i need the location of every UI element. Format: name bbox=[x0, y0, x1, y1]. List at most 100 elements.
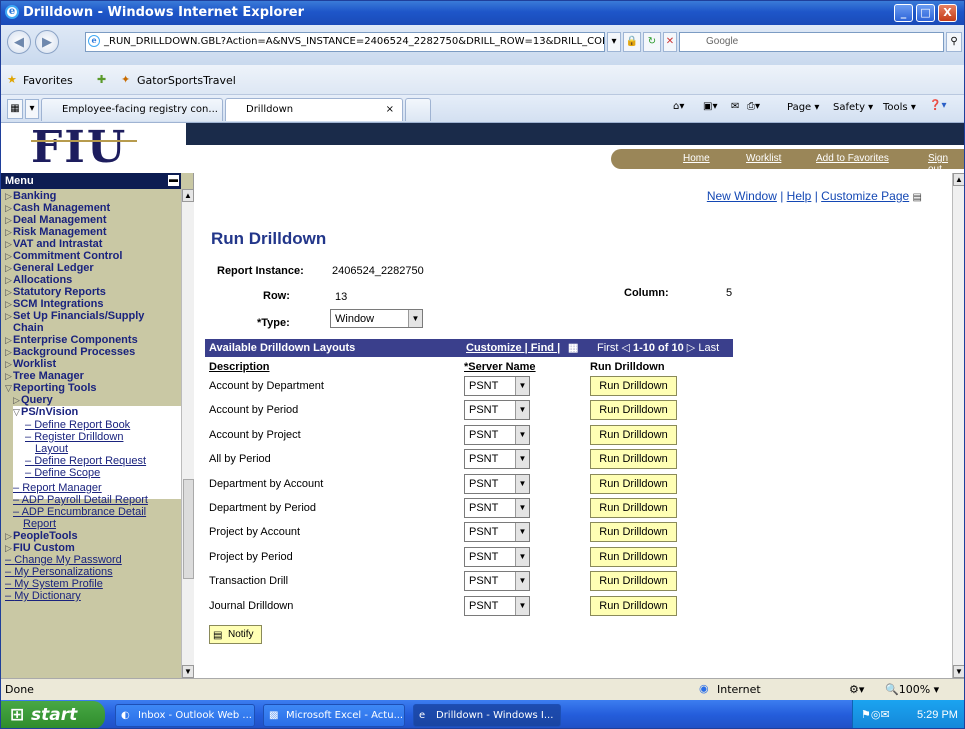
task-drilldown[interactable]: e Drilldown - Windows I... bbox=[413, 704, 561, 727]
chevron-down-icon[interactable]: ▼ bbox=[515, 401, 529, 420]
tools-menu[interactable]: Tools ▾ bbox=[883, 102, 916, 113]
chevron-down-icon[interactable]: ▼ bbox=[515, 596, 529, 615]
menu-item-cash-management[interactable]: ▷Cash Management bbox=[5, 202, 110, 214]
type-select[interactable]: Window ▼ bbox=[330, 309, 423, 328]
server-select[interactable]: PSNT ▼ bbox=[464, 595, 530, 616]
notify-button[interactable]: ▤ Notify bbox=[209, 625, 262, 644]
menu-item-allocations[interactable]: ▷Allocations bbox=[5, 274, 72, 286]
server-select[interactable]: PSNT ▼ bbox=[464, 400, 530, 421]
menu-item-report-manager[interactable]: – Report Manager bbox=[13, 482, 102, 494]
help-icon[interactable]: ❓▾ bbox=[929, 100, 946, 111]
close-tab-icon[interactable]: × bbox=[386, 99, 394, 121]
maximize-button[interactable]: □ bbox=[916, 4, 935, 22]
menu-scrollbar[interactable]: ▲ ▼ bbox=[181, 189, 194, 678]
scroll-up-icon[interactable]: ▲ bbox=[182, 189, 194, 202]
server-select[interactable]: PSNT ▼ bbox=[464, 376, 530, 396]
menu-item-my-dictionary[interactable]: – My Dictionary bbox=[5, 590, 81, 602]
prev-icon[interactable]: ◁ bbox=[621, 342, 629, 354]
chevron-down-icon[interactable]: ▼ bbox=[515, 425, 529, 444]
menu-item-define-report-book[interactable]: – Define Report Book bbox=[25, 419, 130, 431]
server-select[interactable]: PSNT ▼ bbox=[464, 473, 530, 494]
worklist-link[interactable]: Worklist bbox=[746, 153, 781, 164]
tab-drilldown[interactable]: Drilldown × bbox=[225, 98, 403, 121]
menu-item-my-personalizations[interactable]: – My Personalizations bbox=[5, 566, 113, 578]
collapse-menu-icon[interactable]: ▬ bbox=[168, 175, 179, 186]
menu-item-define-scope[interactable]: – Define Scope bbox=[25, 467, 100, 479]
menu-item-risk-management[interactable]: ▷Risk Management bbox=[5, 226, 107, 238]
menu-item-fiu-custom[interactable]: ▷FIU Custom bbox=[5, 542, 75, 554]
stop-icon[interactable]: ✕ bbox=[663, 32, 677, 52]
menu-item-vat[interactable]: ▷VAT and Intrastat bbox=[5, 238, 102, 250]
menu-item-my-system-profile[interactable]: – My System Profile bbox=[5, 578, 103, 590]
refresh-icon[interactable]: ↻ bbox=[643, 32, 661, 52]
scroll-down-icon[interactable]: ▼ bbox=[182, 665, 194, 678]
run-drilldown-button[interactable]: Run Drilldown bbox=[590, 498, 677, 518]
chevron-down-icon[interactable]: ▼ bbox=[408, 310, 422, 327]
protected-mode-icon[interactable]: ⚙▾ bbox=[849, 683, 864, 696]
menu-item-change-password[interactable]: – Change My Password bbox=[5, 554, 122, 566]
run-drilldown-button[interactable]: Run Drilldown bbox=[590, 546, 677, 567]
tab-list-icon[interactable]: ▾ bbox=[25, 99, 39, 119]
server-select[interactable]: PSNT ▼ bbox=[464, 571, 530, 592]
help-link[interactable]: Help bbox=[787, 189, 812, 203]
run-drilldown-button[interactable]: Run Drilldown bbox=[590, 449, 677, 470]
back-arrow-icon[interactable]: ◀ bbox=[7, 30, 31, 54]
menu-item-general-ledger[interactable]: ▷General Ledger bbox=[5, 262, 94, 274]
tray-icons[interactable]: ⚑◎✉ bbox=[861, 700, 890, 728]
first-link[interactable]: First bbox=[597, 342, 618, 354]
customize-page-link[interactable]: Customize Page bbox=[821, 189, 909, 203]
chevron-down-icon[interactable]: ▼ bbox=[515, 377, 529, 395]
scroll-down-icon[interactable]: ▼ bbox=[953, 665, 964, 678]
menu-item-reporting-tools[interactable]: ▽Reporting Tools bbox=[5, 382, 97, 394]
scroll-up-icon[interactable]: ▲ bbox=[953, 173, 964, 186]
server-select[interactable]: PSNT ▼ bbox=[464, 522, 530, 543]
server-select[interactable]: PSNT ▼ bbox=[464, 546, 530, 567]
add-to-favorites-link[interactable]: Add to Favorites bbox=[816, 153, 889, 164]
feeds-icon[interactable]: ▣▾ bbox=[703, 101, 717, 112]
lock-icon[interactable]: 🔒 bbox=[623, 32, 641, 52]
page-scrollbar[interactable]: ▲ ▼ bbox=[952, 173, 964, 678]
menu-item-enterprise-components[interactable]: ▷Enterprise Components bbox=[5, 334, 138, 346]
chevron-down-icon[interactable]: ▼ bbox=[515, 450, 529, 469]
menu-item-scm-integrations[interactable]: ▷SCM Integrations bbox=[5, 298, 103, 310]
menu-item-tree-manager[interactable]: ▷Tree Manager bbox=[5, 370, 84, 382]
address-input[interactable]: e _RUN_DRILLDOWN.GBL?Action=A&NVS_INSTAN… bbox=[85, 32, 605, 52]
menu-item-worklist[interactable]: ▷Worklist bbox=[5, 358, 56, 370]
menu-item-setup-financials[interactable]: ▷Set Up Financials/Supply bbox=[5, 310, 144, 322]
menu-item-deal-management[interactable]: ▷Deal Management bbox=[5, 214, 107, 226]
run-drilldown-button[interactable]: Run Drilldown bbox=[590, 424, 677, 445]
close-button[interactable]: X bbox=[938, 4, 957, 22]
zoom-control[interactable]: 🔍100% ▾ bbox=[885, 683, 939, 696]
start-button[interactable]: ⊞ start bbox=[1, 701, 105, 728]
run-drilldown-button[interactable]: Run Drilldown bbox=[590, 595, 677, 616]
page-menu[interactable]: Page ▾ bbox=[787, 102, 819, 113]
run-drilldown-button[interactable]: Run Drilldown bbox=[590, 522, 677, 543]
scroll-thumb[interactable] bbox=[183, 479, 194, 579]
menu-item-register-drilldown[interactable]: – Register Drilldown bbox=[25, 431, 123, 443]
menu-item-commitment-control[interactable]: ▷Commitment Control bbox=[5, 250, 122, 262]
menu-item-peopletools[interactable]: ▷PeopleTools bbox=[5, 530, 78, 542]
task-outlook[interactable]: ◐ Inbox - Outlook Web ... bbox=[115, 704, 255, 727]
mail-icon[interactable]: ✉ bbox=[731, 101, 739, 112]
col-description[interactable]: Description bbox=[209, 361, 270, 373]
menu-item-statutory-reports[interactable]: ▷Statutory Reports bbox=[5, 286, 106, 298]
chevron-down-icon[interactable]: ▼ bbox=[515, 547, 529, 566]
grid-download-icon[interactable]: ▦ bbox=[568, 339, 578, 357]
next-icon[interactable]: ▷ bbox=[687, 342, 695, 354]
menu-item-define-report-request[interactable]: – Define Report Request bbox=[25, 455, 146, 467]
chevron-down-icon[interactable]: ▼ bbox=[515, 474, 529, 493]
search-icon[interactable]: ⚲ bbox=[946, 32, 962, 52]
last-link[interactable]: Last bbox=[698, 342, 719, 354]
safety-menu[interactable]: Safety ▾ bbox=[833, 102, 873, 113]
menu-item-adp-payroll[interactable]: – ADP Payroll Detail Report bbox=[13, 494, 148, 506]
menu-item-setup-financials-cont[interactable]: Chain bbox=[13, 322, 44, 334]
run-drilldown-button[interactable]: Run Drilldown bbox=[590, 400, 677, 421]
home-link[interactable]: Home bbox=[683, 153, 710, 164]
new-tab-button[interactable] bbox=[405, 98, 431, 121]
minimize-button[interactable]: _ bbox=[894, 4, 913, 22]
address-dropdown-icon[interactable]: ▾ bbox=[607, 32, 621, 52]
server-select[interactable]: PSNT ▼ bbox=[464, 424, 530, 445]
server-select[interactable]: PSNT ▼ bbox=[464, 498, 530, 518]
menu-item-query[interactable]: ▷Query bbox=[13, 394, 53, 406]
menu-item-adp-encumbrance[interactable]: – ADP Encumbrance Detail bbox=[13, 506, 146, 518]
